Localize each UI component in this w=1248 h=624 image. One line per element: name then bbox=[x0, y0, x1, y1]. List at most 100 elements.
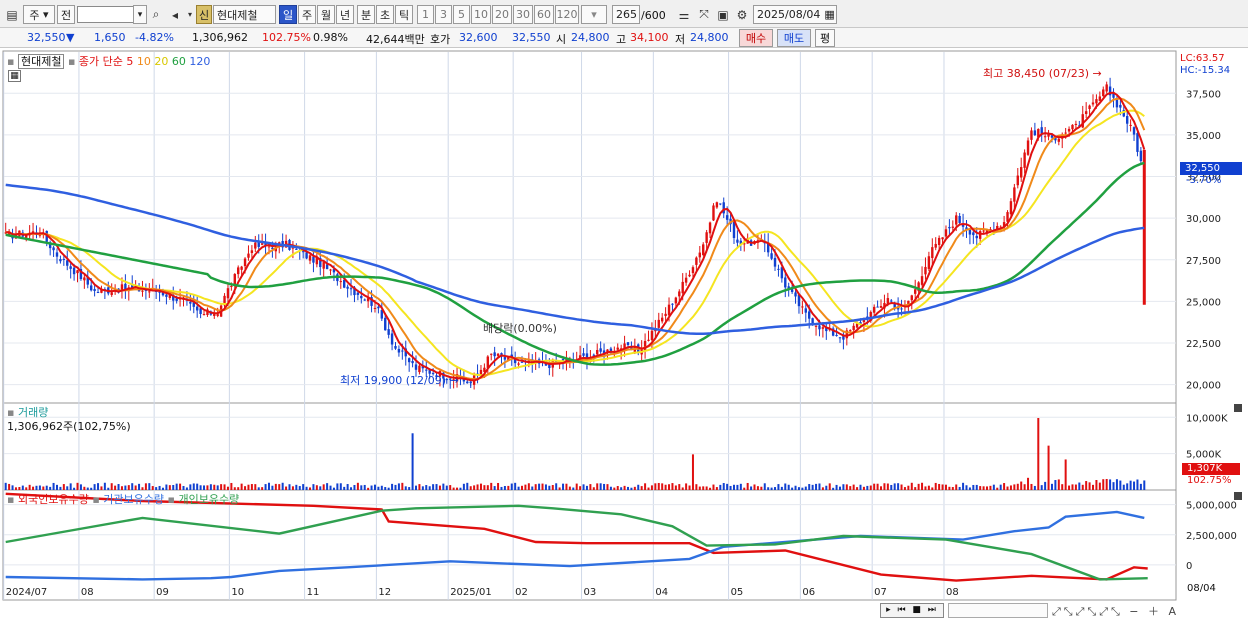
volume-bar bbox=[360, 485, 363, 490]
stock-name-legend[interactable]: 현대제철 bbox=[17, 54, 65, 69]
grid-toggle-icon[interactable]: ▦ bbox=[8, 70, 21, 82]
candle-body bbox=[469, 381, 472, 384]
ma120-legend[interactable]: 120 bbox=[189, 55, 210, 68]
period-day[interactable]: 일 bbox=[279, 5, 297, 24]
current-price-tag: 32,550 bbox=[1180, 162, 1242, 175]
volume-bar bbox=[339, 483, 342, 490]
lc-label: LC:63.57 bbox=[1180, 53, 1225, 64]
volume-bar bbox=[944, 484, 947, 490]
candle-body bbox=[1023, 152, 1026, 168]
stock-chart-svg[interactable]: 2024/07 08 09 10 11 12 2025/01 02 03 04 05 06 07 0837… bbox=[0, 50, 1248, 621]
bar-count-input[interactable]: 265 bbox=[612, 5, 640, 24]
candle-body bbox=[216, 314, 219, 316]
period-minute[interactable]: 분 bbox=[357, 5, 375, 24]
num-30[interactable]: 30 bbox=[513, 5, 533, 24]
foreign-legend[interactable]: 외국인보유수량 bbox=[18, 493, 89, 506]
hoga-label: 호가 bbox=[430, 33, 451, 46]
gear-icon[interactable]: ⚙ bbox=[733, 5, 751, 24]
prev-button[interactable]: 전 bbox=[57, 5, 75, 24]
volume-bar bbox=[1088, 482, 1091, 490]
individual-legend[interactable]: 개인보유수량 bbox=[178, 493, 239, 506]
stock-code-input[interactable]: 004020 bbox=[77, 6, 137, 23]
candle-body bbox=[808, 311, 811, 319]
volume-bar bbox=[401, 482, 404, 490]
ma5-legend[interactable]: 5 bbox=[126, 55, 133, 68]
period-tick[interactable]: 틱 bbox=[395, 5, 413, 24]
candle-body bbox=[387, 329, 390, 335]
volume-bar bbox=[319, 486, 322, 490]
crosshair-icon[interactable]: ⤧ bbox=[695, 5, 713, 24]
price-legend: ▪ 현대제철 ▪ 종가 단순 5 10 20 60 120 bbox=[7, 54, 211, 69]
volume-bar bbox=[657, 482, 660, 490]
candle-body bbox=[1057, 138, 1061, 142]
buy-button[interactable]: 매수 bbox=[739, 29, 773, 47]
volume-bar bbox=[456, 487, 459, 490]
candle-body bbox=[343, 279, 346, 288]
date-field[interactable]: 2025/08/04 ▦ bbox=[753, 5, 837, 24]
volume-bar bbox=[305, 486, 308, 490]
ma-label[interactable]: 종가 단순 bbox=[79, 55, 123, 68]
num-1[interactable]: 1 bbox=[417, 5, 434, 24]
period-year[interactable]: 년 bbox=[336, 5, 354, 24]
scroll-buttons[interactable]: ▸ ⏮ ■ ⏭ bbox=[880, 603, 944, 618]
volume-bar bbox=[271, 485, 274, 490]
candle-body bbox=[305, 252, 308, 259]
credit-badge[interactable]: 신 bbox=[196, 5, 212, 24]
num-10[interactable]: 10 bbox=[471, 5, 491, 24]
volume-bar bbox=[845, 484, 848, 490]
num-120[interactable]: 120 bbox=[555, 5, 579, 24]
sell-button[interactable]: 매도 bbox=[777, 29, 811, 47]
candle-body bbox=[411, 360, 414, 364]
market-select[interactable]: 주 ▾ bbox=[23, 5, 55, 24]
save-icon[interactable]: ▣ bbox=[714, 5, 732, 24]
volume-bar bbox=[791, 487, 794, 490]
period-second[interactable]: 초 bbox=[376, 5, 394, 24]
institution-legend[interactable]: 기관보유수량 bbox=[103, 493, 164, 506]
volume-bar bbox=[623, 485, 626, 490]
volume-bar bbox=[1030, 483, 1033, 490]
scroll-slider[interactable] bbox=[948, 603, 1048, 618]
trade-amount: 42,644백만 bbox=[366, 33, 425, 46]
volume-bar bbox=[59, 486, 62, 490]
code-dropdown[interactable]: ▾ bbox=[133, 5, 147, 24]
period-week[interactable]: 주 bbox=[298, 5, 316, 24]
search-icon[interactable]: ⌕ bbox=[147, 5, 165, 24]
volume-bar bbox=[869, 485, 872, 490]
volume-bar bbox=[356, 482, 359, 490]
candle-body bbox=[349, 288, 353, 290]
candle-body bbox=[373, 307, 377, 309]
screen-menu-icon[interactable]: ▤ bbox=[3, 5, 21, 24]
num-20[interactable]: 20 bbox=[492, 5, 512, 24]
ma10-legend[interactable]: 10 bbox=[137, 55, 151, 68]
chart-type-icon[interactable]: ⚌ bbox=[675, 5, 693, 24]
volume-bar bbox=[1003, 483, 1006, 490]
num-5[interactable]: 5 bbox=[453, 5, 470, 24]
candle-body bbox=[230, 285, 233, 287]
num-3[interactable]: 3 bbox=[435, 5, 452, 24]
stock-name-field[interactable]: 현대제철 bbox=[213, 5, 276, 24]
candle-body bbox=[360, 295, 363, 299]
avg-button[interactable]: 평 bbox=[815, 29, 835, 47]
ma20-legend[interactable]: 20 bbox=[154, 55, 168, 68]
holdings-pane-corner bbox=[1234, 492, 1242, 500]
chart-area[interactable]: 2024/07 08 09 10 11 12 2025/01 02 03 04 05 06 07 08 37… bbox=[0, 50, 1248, 621]
candle-body bbox=[814, 325, 818, 327]
period-month[interactable]: 월 bbox=[317, 5, 335, 24]
candle-body bbox=[1071, 124, 1074, 130]
candle-body bbox=[804, 308, 807, 313]
volume-bar bbox=[476, 484, 479, 490]
calendar-icon[interactable]: ▦ bbox=[824, 8, 834, 21]
candle-body bbox=[934, 243, 937, 248]
price-tick-label: 35,000 bbox=[1186, 131, 1221, 142]
volume-bar bbox=[1074, 484, 1077, 490]
volume-bar bbox=[462, 483, 465, 490]
ma60-legend[interactable]: 60 bbox=[172, 55, 186, 68]
candle-body bbox=[267, 246, 271, 248]
volume-bar bbox=[326, 483, 329, 490]
custom-period-dropdown[interactable]: ▾ bbox=[581, 5, 607, 24]
zoom-controls[interactable]: ⤢⤡⤢⤡⤢⤡ − ＋ A bbox=[1052, 603, 1179, 619]
candle-body bbox=[1067, 128, 1071, 132]
num-60[interactable]: 60 bbox=[534, 5, 554, 24]
volume-bar bbox=[380, 485, 383, 490]
candle-body bbox=[924, 266, 927, 275]
